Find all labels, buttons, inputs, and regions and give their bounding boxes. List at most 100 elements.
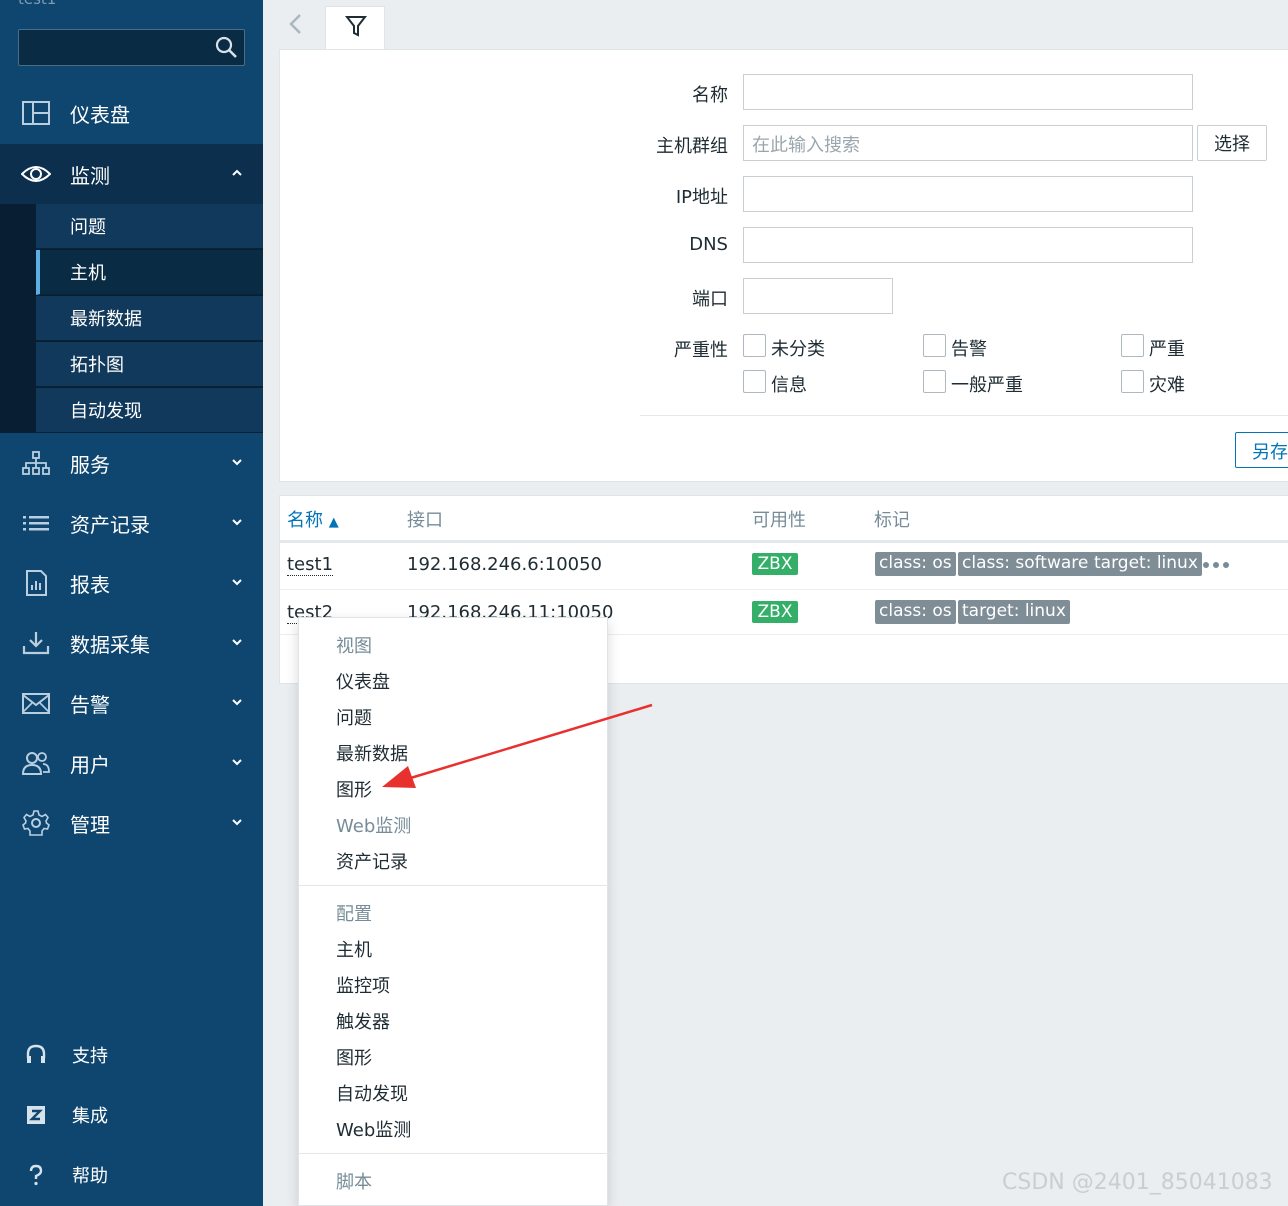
severity-checkbox-disaster[interactable] [1121, 370, 1144, 393]
more-icon[interactable] [1202, 560, 1230, 570]
nav-label: 服务 [70, 452, 110, 477]
nav-support[interactable]: 支持 [0, 1030, 263, 1080]
menu-item-problems[interactable]: 问题 [336, 704, 372, 730]
host-name-link[interactable]: test1 [287, 554, 334, 576]
severity-checkbox-not-classified[interactable] [743, 334, 766, 357]
watermark: CSDN @2401_85041083 [1002, 1170, 1273, 1195]
gear-icon [22, 810, 50, 836]
save-as-button[interactable]: 另存 [1235, 432, 1288, 468]
nav-dashboard[interactable]: 仪表盘 [0, 83, 263, 143]
sort-asc-icon: ▲ [328, 515, 339, 530]
nav-integrations[interactable]: 集成 [0, 1090, 263, 1140]
filter-name-input[interactable] [743, 74, 1193, 110]
filter-severity-label: 严重性 [674, 340, 728, 361]
annotation-arrow-icon [382, 703, 653, 788]
download-icon [22, 632, 50, 655]
nav-administration[interactable]: 管理 [0, 793, 263, 853]
severity-label: 严重 [1149, 339, 1185, 360]
menu-item-graphs[interactable]: 图形 [336, 776, 372, 802]
headset-icon [26, 1044, 46, 1063]
menu-item-config-graphs[interactable]: 图形 [336, 1044, 372, 1070]
tag-badge: class: os [875, 600, 956, 624]
eye-icon [21, 166, 51, 182]
menu-item-config-triggers[interactable]: 触发器 [336, 1008, 390, 1034]
monitoring-submenu: 问题 主机 最新数据 拓扑图 自动发现 [0, 204, 263, 433]
sidebar-item-latest-data[interactable]: 最新数据 [36, 296, 263, 341]
menu-item-config-items[interactable]: 监控项 [336, 972, 390, 998]
severity-checkbox-average[interactable] [923, 370, 946, 393]
column-header-tags: 标记 [874, 510, 910, 531]
sidebar-item-discovery[interactable]: 自动发现 [36, 388, 263, 433]
menu-item-config-host[interactable]: 主机 [336, 936, 372, 962]
nav-users[interactable]: 用户 [0, 733, 263, 793]
nav-label: 帮助 [72, 1166, 108, 1187]
severity-checkbox-information[interactable] [743, 370, 766, 393]
severity-label: 一般严重 [951, 375, 1023, 396]
filter-ip-label: IP地址 [675, 187, 728, 208]
filter-port-label: 端口 [692, 289, 728, 310]
nav-data-collection[interactable]: 数据采集 [0, 613, 263, 673]
chevron-down-icon [232, 699, 242, 706]
nav-help[interactable]: 帮助 [0, 1150, 263, 1200]
sidebar-item-maps[interactable]: 拓扑图 [36, 342, 263, 387]
nav-reports[interactable]: 报表 [0, 553, 263, 613]
filter-port-input[interactable] [743, 278, 893, 314]
nav-label: 数据采集 [70, 632, 150, 657]
zabbix-icon [27, 1106, 45, 1124]
services-icon [22, 451, 50, 475]
menu-header-scripts: 脚本 [336, 1172, 372, 1193]
table-header-divider [280, 540, 1288, 543]
column-header-interface: 接口 [407, 510, 443, 531]
nav-label: 资产记录 [70, 512, 150, 537]
nav-label: 管理 [70, 812, 110, 837]
menu-item-inventory[interactable]: 资产记录 [336, 848, 408, 874]
menu-header-configuration: 配置 [336, 904, 372, 925]
nav-services[interactable]: 服务 [0, 433, 263, 493]
row-divider [280, 589, 1288, 590]
filter-ip-input[interactable] [743, 176, 1193, 212]
column-name-label: 名称 [287, 510, 323, 531]
tag-badge: target: linux [958, 600, 1070, 624]
sidebar: test1 仪表盘 监测 问题 主机 最新数据 拓扑图 自动发现 服务 资产记录… [0, 0, 263, 1206]
filter-hostgroup-label: 主机群组 [656, 136, 728, 157]
severity-label: 告警 [951, 339, 987, 360]
menu-item-config-discovery[interactable]: 自动发现 [336, 1080, 408, 1106]
select-hostgroup-button[interactable]: 选择 [1197, 125, 1267, 161]
nav-label: 仪表盘 [70, 102, 130, 127]
severity-checkbox-warning[interactable] [923, 334, 946, 357]
nav-inventory[interactable]: 资产记录 [0, 493, 263, 553]
menu-item-web: Web监测 [336, 816, 412, 837]
list-icon [23, 516, 49, 531]
menu-separator [299, 885, 609, 886]
menu-separator [299, 1153, 609, 1154]
availability-badge[interactable]: ZBX [752, 553, 798, 575]
nav-label: 支持 [72, 1046, 108, 1067]
sidebar-item-problems[interactable]: 问题 [36, 204, 263, 249]
nav-alerts[interactable]: 告警 [0, 673, 263, 733]
severity-checkbox-high[interactable] [1121, 334, 1144, 357]
tag-badge: class: os [875, 552, 956, 576]
availability-badge[interactable]: ZBX [752, 601, 798, 623]
menu-item-dashboards[interactable]: 仪表盘 [336, 668, 390, 694]
tab-filter[interactable] [325, 6, 385, 50]
nav-label: 报表 [70, 572, 110, 597]
nav-label: 集成 [72, 1106, 108, 1127]
chevron-left-icon[interactable] [285, 12, 307, 36]
severity-label: 未分类 [771, 339, 825, 360]
column-header-name[interactable]: 名称 ▲ [287, 506, 339, 532]
search-icon[interactable] [214, 35, 238, 59]
nav-monitoring[interactable]: 监测 [0, 144, 263, 204]
mail-icon [22, 693, 50, 714]
filter-hostgroup-input[interactable]: 在此输入搜索 [743, 125, 1193, 161]
chevron-down-icon [232, 579, 242, 586]
chevron-up-icon [232, 169, 242, 176]
menu-header-view: 视图 [336, 636, 372, 657]
chevron-down-icon [232, 519, 242, 526]
chevron-down-icon [232, 819, 242, 826]
filter-dns-input[interactable] [743, 227, 1193, 263]
chevron-down-icon [232, 759, 242, 766]
tag-badge: target: linux [1090, 552, 1202, 576]
sidebar-item-hosts[interactable]: 主机 [36, 250, 263, 295]
sidebar-search-input[interactable] [18, 29, 245, 66]
menu-item-config-web[interactable]: Web监测 [336, 1116, 411, 1142]
